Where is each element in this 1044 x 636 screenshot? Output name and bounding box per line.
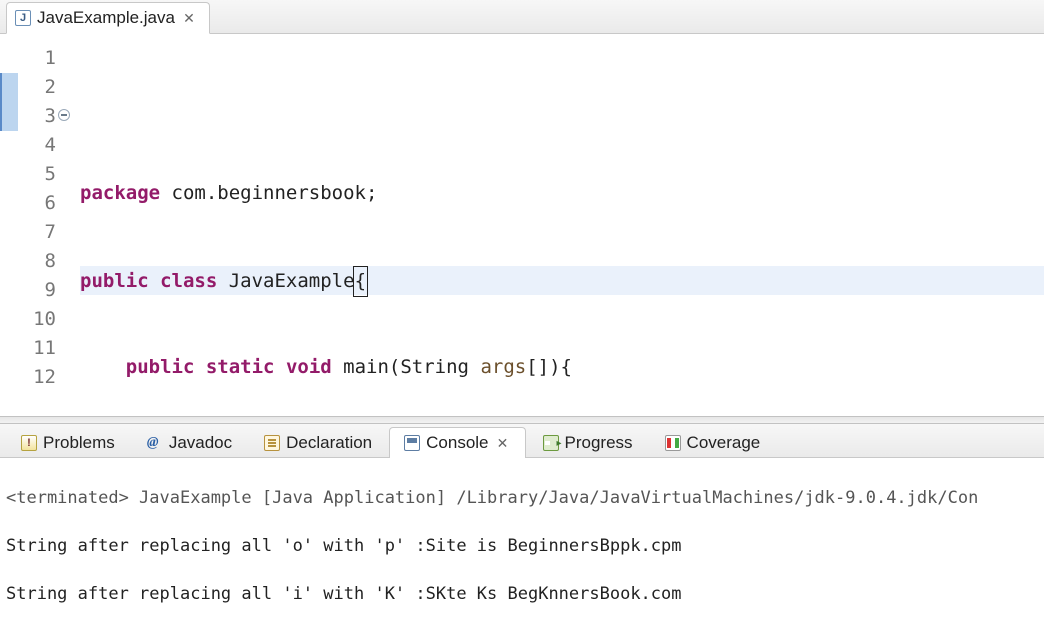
close-icon[interactable]: ✕ [495,435,511,452]
tab-console[interactable]: Console ✕ [389,427,525,458]
change-marker-strip [0,34,18,416]
declaration-icon [264,435,280,451]
tab-problems[interactable]: Problems [6,427,130,458]
console-header: <terminated> JavaExample [Java Applicati… [6,486,1038,510]
tab-label: Console [426,433,488,453]
console-icon [404,435,420,451]
coverage-icon [665,435,681,451]
line-number: 10 [33,308,56,330]
tab-label: Declaration [286,433,372,453]
tab-progress[interactable]: Progress [528,427,648,458]
tab-label: Progress [565,433,633,453]
tab-label: Coverage [687,433,761,453]
console-line: String after replacing all 'o' with 'p' … [6,534,1038,558]
fold-toggle-icon[interactable] [58,109,70,121]
line-number: 4 [45,134,56,156]
line-number-gutter: 1 2 3 4 5 6 7 8 9 10 11 12 [18,34,58,416]
close-icon[interactable]: ✕ [181,10,197,27]
bottom-tab-bar: Problems @ Javadoc Declaration Console ✕… [0,424,1044,458]
tab-declaration[interactable]: Declaration [249,427,387,458]
editor-tab-javaexample[interactable]: J JavaExample.java ✕ [6,2,210,34]
line-number: 7 [45,221,56,243]
editor-tab-label: JavaExample.java [37,8,175,28]
progress-icon [543,435,559,451]
line-number: 2 [45,76,56,98]
line-number: 6 [45,192,56,214]
line-number: 9 [45,279,56,301]
line-number: 11 [33,337,56,359]
tab-label: Problems [43,433,115,453]
line-number: 8 [45,250,56,272]
line-number: 5 [45,163,56,185]
editor-tab-bar: J JavaExample.java ✕ [0,0,1044,34]
tab-label: Javadoc [169,433,232,453]
panel-separator[interactable] [0,416,1044,424]
java-file-icon: J [15,10,31,26]
javadoc-icon: @ [147,435,163,451]
console-line: String after replacing all 'i' with 'K' … [6,582,1038,606]
line-number: 12 [33,366,56,388]
line-number: 3 [45,105,56,127]
code-editor[interactable]: 1 2 3 4 5 6 7 8 9 10 11 12 package com.b… [0,34,1044,416]
problems-icon [21,435,37,451]
code-line: public static void main(String args[]){ [80,353,1044,382]
tab-javadoc[interactable]: @ Javadoc [132,427,247,458]
console-output[interactable]: <terminated> JavaExample [Java Applicati… [0,458,1044,636]
code-line: public class JavaExample{ [80,266,1044,295]
bracket-highlight: { [353,266,368,297]
tab-coverage[interactable]: Coverage [650,427,776,458]
line-number: 1 [45,47,56,69]
code-line: package com.beginnersbook; [80,179,1044,208]
code-area[interactable]: package com.beginnersbook; public class … [76,34,1044,416]
